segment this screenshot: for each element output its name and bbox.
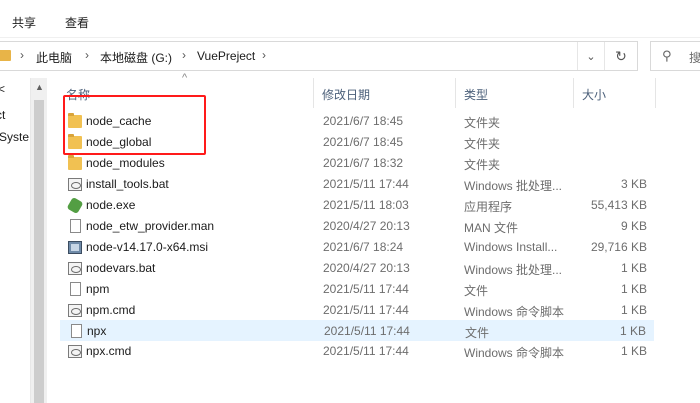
file-date: 2021/5/11 17:44	[323, 303, 409, 317]
file-date: 2021/5/11 18:03	[323, 198, 409, 212]
table-row-selected[interactable]: npx 2021/5/11 17:44 文件 1 KB	[60, 320, 654, 341]
file-name: node.exe	[86, 198, 136, 212]
breadcrumb-this-pc[interactable]: 此电脑	[36, 49, 72, 66]
file-icon	[70, 219, 81, 233]
table-row[interactable]: npx.cmd 2021/5/11 17:44 Windows 命令脚本 1 K…	[60, 341, 654, 362]
file-date: 2021/5/11 17:44	[323, 344, 409, 358]
batch-file-icon	[68, 345, 82, 358]
file-size: 1 KB	[620, 303, 647, 317]
file-type: 文件夹	[464, 158, 501, 172]
refresh-button[interactable]: ↻	[604, 42, 637, 70]
file-name: node_modules	[86, 156, 165, 170]
scroll-up-arrow-icon[interactable]: ▲	[35, 82, 44, 92]
file-type: MAN 文件	[464, 221, 519, 235]
file-date: 2021/5/11 17:44	[323, 177, 409, 191]
tab-share[interactable]: 共享	[12, 14, 36, 31]
table-row[interactable]: node.exe 2021/5/11 18:03 应用程序 55,413 KB	[60, 195, 654, 216]
breadcrumb-separator[interactable]: ›	[20, 48, 24, 62]
file-size: 9 KB	[620, 219, 647, 233]
file-type: Windows 批处理...	[464, 179, 563, 193]
file-size: 1 KB	[619, 324, 646, 338]
file-type: Windows 命令脚本	[464, 346, 565, 360]
file-name: npm.cmd	[86, 303, 136, 317]
file-type: Windows 命令脚本	[464, 305, 565, 319]
node-exe-icon	[66, 196, 84, 215]
file-type: 文件夹	[464, 116, 501, 130]
table-row[interactable]: node-v14.17.0-x64.msi 2021/6/7 18:24 Win…	[60, 237, 654, 258]
column-divider[interactable]	[655, 78, 656, 108]
search-input[interactable]: ⚲ 搜	[650, 41, 700, 71]
file-name: nodevars.bat	[86, 261, 156, 275]
file-name: node-v14.17.0-x64.msi	[86, 240, 209, 254]
file-icon	[70, 282, 81, 296]
file-size: 3 KB	[620, 177, 647, 191]
address-bar[interactable]: › 此电脑 › 本地磁盘 (G:) › VuePreject › ⌄ ↻	[0, 41, 638, 71]
file-date: 2020/4/27 20:13	[323, 261, 410, 275]
nav-item-cutoff-1[interactable]: <	[0, 82, 5, 96]
file-date: 2021/5/11 17:44	[324, 324, 410, 338]
file-type: 文件	[465, 326, 490, 340]
table-row[interactable]: node_modules 2021/6/7 18:32 文件夹	[60, 153, 654, 174]
column-header-size[interactable]: 大小	[574, 78, 654, 108]
file-type: 文件夹	[464, 137, 501, 151]
file-icon	[71, 324, 82, 338]
file-size: 1 KB	[620, 261, 647, 275]
file-type: Windows Install...	[464, 240, 558, 254]
breadcrumb-local-disk[interactable]: 本地磁盘 (G:)	[100, 49, 172, 66]
batch-file-icon	[68, 262, 82, 275]
file-size: 1 KB	[620, 282, 647, 296]
table-row[interactable]: nodevars.bat 2020/4/27 20:13 Windows 批处理…	[60, 258, 654, 279]
file-date: 2020/4/27 20:13	[323, 219, 410, 233]
file-date: 2021/6/7 18:45	[323, 135, 404, 149]
file-name: npx.cmd	[86, 344, 132, 358]
column-header-date[interactable]: 修改日期	[314, 78, 454, 108]
address-history-button[interactable]: ⌄	[577, 42, 604, 70]
table-row[interactable]: install_tools.bat 2021/5/11 17:44 Window…	[60, 174, 654, 195]
file-name: install_tools.bat	[86, 177, 169, 191]
tab-view[interactable]: 查看	[65, 14, 89, 31]
file-date: 2021/5/11 17:44	[323, 282, 409, 296]
column-header-type[interactable]: 类型	[456, 78, 572, 108]
file-date: 2021/6/7 18:32	[323, 156, 404, 170]
breadcrumb-separator[interactable]: ›	[262, 48, 266, 62]
file-size: 55,413 KB	[590, 198, 647, 212]
ribbon: 共享 查看	[0, 0, 700, 38]
folder-icon	[68, 155, 82, 170]
file-name: npx	[87, 324, 107, 338]
scrollbar-thumb[interactable]	[34, 100, 44, 403]
installer-icon	[68, 241, 82, 254]
batch-file-icon	[68, 178, 82, 191]
search-icon: ⚲	[662, 48, 672, 63]
file-size: 29,716 KB	[590, 240, 647, 254]
table-row[interactable]: node_etw_provider.man 2020/4/27 20:13 MA…	[60, 216, 654, 237]
file-name: node_etw_provider.man	[86, 219, 215, 233]
navigation-pane: < ct Syste	[0, 78, 30, 403]
file-date: 2021/6/7 18:45	[323, 114, 404, 128]
refresh-icon: ↻	[615, 47, 627, 64]
table-row[interactable]: npm 2021/5/11 17:44 文件 1 KB	[60, 279, 654, 300]
file-size: 1 KB	[620, 344, 647, 358]
file-name: npm	[86, 282, 110, 296]
table-row[interactable]: npm.cmd 2021/5/11 17:44 Windows 命令脚本 1 K…	[60, 300, 654, 321]
nav-item-cutoff-2[interactable]: ct	[0, 108, 5, 122]
file-type: 文件	[464, 284, 489, 298]
breadcrumb-vuepreject[interactable]: VuePreject	[197, 49, 255, 63]
chevron-down-icon: ⌄	[586, 50, 596, 63]
nav-item-cutoff-3[interactable]: Syste	[0, 130, 29, 144]
file-type: 应用程序	[464, 200, 513, 214]
breadcrumb-separator[interactable]: ›	[182, 48, 186, 62]
folder-icon	[0, 50, 11, 61]
annotation-highlight-box	[63, 95, 206, 155]
file-date: 2021/6/7 18:24	[323, 240, 404, 254]
file-type: Windows 批处理...	[464, 263, 563, 277]
breadcrumb-separator[interactable]: ›	[85, 48, 89, 62]
nav-scrollbar[interactable]: ▲	[30, 78, 47, 403]
search-placeholder: 搜	[689, 51, 700, 65]
batch-file-icon	[68, 304, 82, 317]
